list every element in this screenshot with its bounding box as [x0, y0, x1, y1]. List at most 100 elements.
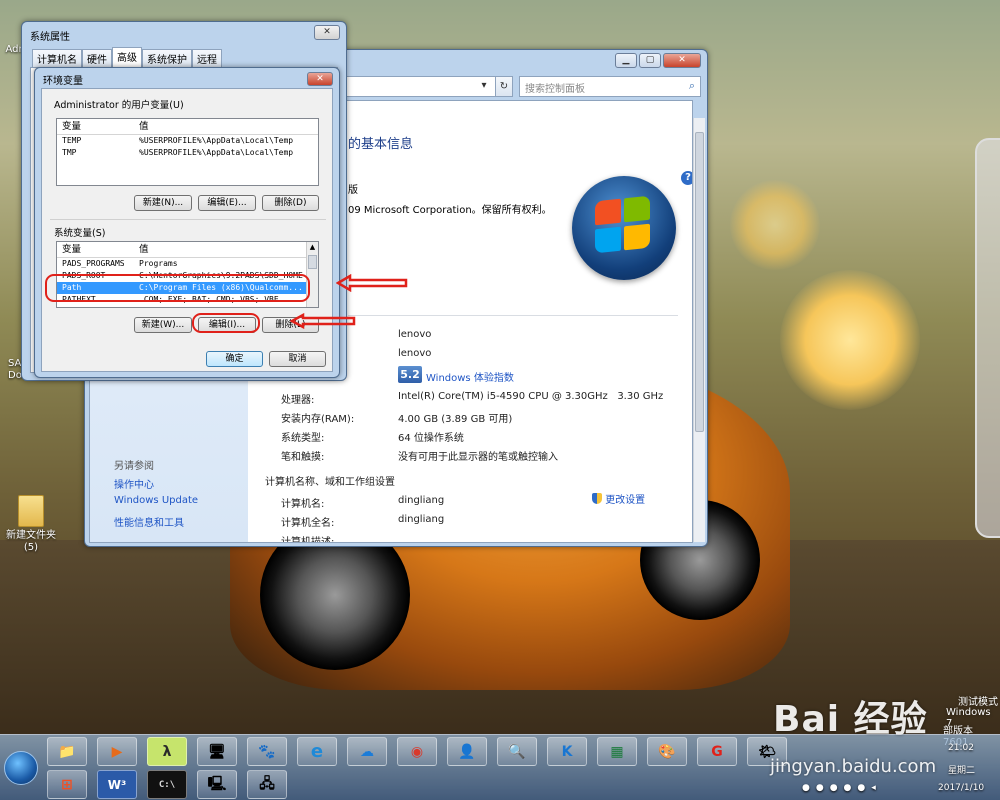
system-type-value: 64 位操作系统 — [398, 433, 464, 444]
computer-section-title: 计算机名称、域和工作组设置 — [265, 477, 395, 488]
maximize-button[interactable]: ▢ — [639, 53, 661, 68]
tab-remote[interactable]: 远程 — [192, 49, 222, 67]
help-icon[interactable]: ? — [681, 171, 692, 185]
taskbar-window-start-menu-icon[interactable]: ⊞ — [47, 770, 87, 799]
windows-flag-yellow — [624, 223, 650, 251]
row-value: %USERPROFILE%\AppData\Local\Temp — [139, 148, 294, 157]
user-edit-button[interactable]: 编辑(E)... — [198, 195, 256, 211]
search-icon[interactable]: ⌕ — [689, 79, 695, 93]
dialog-title: 环境变量 — [43, 76, 83, 87]
computer-name-value: dingliang — [398, 495, 445, 506]
close-button[interactable]: ✕ — [307, 72, 333, 86]
tab-system-protection[interactable]: 系统保护 — [142, 49, 192, 67]
close-button[interactable]: ✕ — [314, 25, 340, 40]
start-button[interactable] — [4, 751, 38, 785]
clock-time[interactable]: 21:02 — [948, 743, 974, 753]
cancel-button[interactable]: 取消 — [269, 351, 326, 367]
see-also-title: 另请参阅 — [114, 461, 154, 472]
clock-date[interactable]: 2017/1/10 — [938, 783, 984, 793]
taskbar-app-calculator-icon[interactable]: ▦ — [597, 737, 637, 766]
taskbar-window-network-icon[interactable]: 🖧 — [247, 770, 287, 799]
scroll-thumb[interactable] — [308, 255, 317, 269]
taskbar-window-editor-icon[interactable]: W³ — [97, 770, 137, 799]
column-header-variable[interactable]: 变量 — [57, 119, 135, 134]
desktop-icon-new-folder[interactable]: 新建文件夹 (5) — [2, 495, 60, 554]
path-row-highlight — [45, 274, 310, 302]
taskbar-app-baidu-icon[interactable]: 🐾 — [247, 737, 287, 766]
cpu-label: 处理器: — [281, 395, 315, 406]
cpu-value: Intel(R) Core(TM) i5-4590 CPU @ 3.30GHz … — [398, 391, 664, 402]
window-controls: ▁ ▢ ✕ — [615, 53, 701, 68]
user-delete-button[interactable]: 删除(D) — [262, 195, 319, 211]
windows-flag-red — [595, 198, 621, 226]
desktop-icon-label: 新建文件夹 (5) — [6, 530, 56, 553]
system-new-button[interactable]: 新建(W)... — [134, 317, 192, 333]
windows-flag-blue — [595, 226, 621, 254]
user-variables-label: Administrator 的用户变量(U) — [54, 100, 184, 111]
column-header-value[interactable]: 值 — [135, 242, 149, 257]
ok-button[interactable]: 确定 — [206, 351, 263, 367]
computer-name-label: 计算机名: — [281, 499, 325, 510]
full-name-value: dingliang — [398, 514, 445, 525]
tray-icons[interactable]: ●●●●●◂ — [802, 783, 882, 793]
taskbar-app-search-icon[interactable]: 🔍 — [497, 737, 537, 766]
tab-computer-name[interactable]: 计算机名 — [32, 49, 82, 67]
search-input[interactable]: 搜索控制面板 ⌕ — [519, 76, 701, 97]
column-header-value[interactable]: 值 — [135, 119, 149, 134]
tab-advanced[interactable]: 高级 — [112, 47, 142, 67]
taskbar-app-media-icon[interactable]: ▶ — [97, 737, 137, 766]
taskbar-app-user-icon[interactable]: 👤 — [447, 737, 487, 766]
see-also-action-center[interactable]: 操作中心 — [114, 476, 154, 491]
row-value: %USERPROFILE%\AppData\Local\Temp — [139, 136, 294, 145]
test-mode-watermark: 测试模式 — [958, 697, 998, 708]
refresh-button[interactable]: ↻ — [495, 76, 513, 97]
annotation-arrow-icon — [336, 274, 408, 292]
see-also-windows-update[interactable]: Windows Update — [114, 495, 198, 506]
shield-icon — [592, 493, 602, 504]
column-header-variable[interactable]: 变量 — [57, 242, 135, 257]
model-value: lenovo — [398, 348, 432, 359]
scroll-thumb[interactable] — [695, 132, 704, 432]
taskbar-app-chrome-icon[interactable]: ◉ — [397, 737, 437, 766]
vertical-scrollbar[interactable] — [693, 118, 705, 542]
list-header: 变量 值 — [57, 119, 318, 135]
see-also-performance[interactable]: 性能信息和工具 — [114, 514, 184, 529]
taskbar-app-network-icon[interactable]: 🖥 — [197, 737, 237, 766]
taskbar-app-g-icon[interactable]: G — [697, 737, 737, 766]
system-variables-label: 系统变量(S) — [54, 228, 106, 239]
tab-hardware[interactable]: 硬件 — [82, 49, 112, 67]
clock-weekday[interactable]: 星期二 — [948, 763, 975, 776]
desktop-gadget-panel — [975, 138, 1000, 538]
minimize-button[interactable]: ▁ — [615, 53, 637, 68]
list-row[interactable]: TEMP %USERPROFILE%\AppData\Local\Temp — [57, 135, 318, 147]
close-button[interactable]: ✕ — [663, 53, 701, 68]
taskbar-app-ie-icon[interactable]: e — [297, 737, 337, 766]
window-controls: ✕ — [314, 25, 340, 40]
row-variable: TMP — [62, 148, 77, 157]
user-new-button[interactable]: 新建(N)... — [134, 195, 192, 211]
address-dropdown-button[interactable]: ▾ — [475, 76, 493, 97]
taskbar-app-paint-icon[interactable]: 🎨 — [647, 737, 687, 766]
taskbar-app-cloud-icon[interactable]: ☁ — [347, 737, 387, 766]
taskbar-app-lambda-icon[interactable]: λ — [147, 737, 187, 766]
change-settings-link[interactable]: 更改设置 — [592, 491, 645, 506]
taskbar-window-cmd-icon[interactable]: C:\ — [147, 770, 187, 799]
user-variables-list[interactable]: 变量 值 TEMP %USERPROFILE%\AppData\Local\Te… — [56, 118, 319, 186]
group-divider — [50, 219, 326, 220]
manufacturer-value: lenovo — [398, 329, 432, 340]
taskbar-app-explorer-icon[interactable]: 📁 — [47, 737, 87, 766]
experience-index-link[interactable]: Windows 体验指数 — [426, 369, 514, 384]
baidu-url: jingyan.baidu.com — [770, 756, 937, 777]
baidu-logo: Bai 经验 — [773, 699, 928, 740]
list-header: 变量 值 — [57, 242, 306, 258]
rating-score: 5.2 — [400, 368, 420, 381]
list-row[interactable]: PADS_PROGRAMS Programs — [57, 258, 306, 270]
row-variable: TEMP — [62, 136, 82, 145]
taskbar-window-remote-icon[interactable]: 🖳 — [197, 770, 237, 799]
scroll-up-icon[interactable]: ▲ — [307, 242, 318, 253]
taskbar-app-k-icon[interactable]: K — [547, 737, 587, 766]
dialog-body: Administrator 的用户变量(U) 变量 值 TEMP %USERPR… — [41, 88, 333, 372]
ram-value: 4.00 GB (3.89 GB 可用) — [398, 414, 513, 425]
list-row[interactable]: TMP %USERPROFILE%\AppData\Local\Temp — [57, 147, 318, 159]
background-bokeh — [780, 270, 920, 410]
